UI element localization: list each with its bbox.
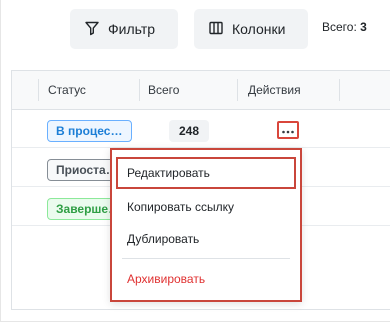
header-actions[interactable]: Действия: [248, 71, 301, 109]
table-row[interactable]: В процес… 248: [12, 110, 390, 148]
total-count-pill: 248: [169, 120, 209, 142]
header-status[interactable]: Статус: [48, 71, 86, 109]
status-badge: Заверше…: [47, 198, 119, 220]
columns-icon: [208, 20, 224, 39]
total-count: Всего: 3: [322, 20, 367, 34]
filter-button-label: Фильтр: [108, 21, 156, 37]
header-total[interactable]: Всего: [148, 71, 179, 109]
ellipsis-icon: [281, 121, 295, 139]
app-window: Фильтр Колонки Всего: 3 Статус Всего Дей…: [0, 0, 390, 322]
column-separator: [139, 79, 140, 101]
column-separator: [237, 79, 238, 101]
column-separator: [339, 79, 340, 101]
total-value: 3: [360, 20, 367, 34]
menu-item-archive[interactable]: Архивировать: [116, 264, 296, 294]
column-separator: [38, 79, 39, 101]
menu-divider: [122, 258, 290, 259]
status-badge: Приоста…: [47, 159, 119, 181]
menu-item-edit[interactable]: Редактировать: [116, 157, 296, 189]
row-actions-button[interactable]: [277, 121, 299, 139]
row-actions-menu: Редактировать Копировать ссылку Дублиров…: [110, 148, 302, 302]
total-label: Всего:: [322, 20, 357, 34]
menu-item-copy-link[interactable]: Копировать ссылку: [116, 192, 296, 222]
columns-button[interactable]: Колонки: [194, 9, 308, 49]
columns-button-label: Колонки: [232, 21, 286, 37]
filter-icon: [84, 20, 100, 39]
table-header: Статус Всего Действия: [12, 71, 390, 110]
menu-item-duplicate[interactable]: Дублировать: [116, 224, 296, 254]
filter-button[interactable]: Фильтр: [70, 9, 178, 49]
status-badge: В процес…: [47, 120, 132, 142]
